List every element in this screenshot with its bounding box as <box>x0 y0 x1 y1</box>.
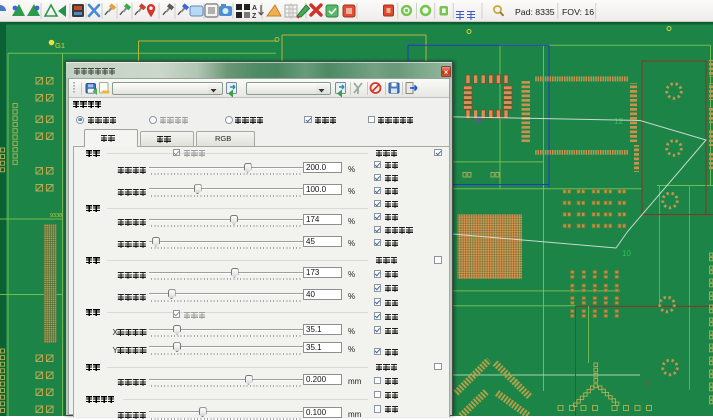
svg-text:9338: 9338 <box>50 213 62 219</box>
svg-text:10: 10 <box>622 249 631 258</box>
svg-text:12: 12 <box>614 117 623 126</box>
svg-text:1: 1 <box>646 380 650 387</box>
svg-text:Z: Z <box>252 13 257 20</box>
svg-text:3: 3 <box>472 236 476 243</box>
svg-text:15: 15 <box>474 118 482 125</box>
svg-text:G1: G1 <box>55 41 65 50</box>
svg-text:A: A <box>252 5 257 12</box>
